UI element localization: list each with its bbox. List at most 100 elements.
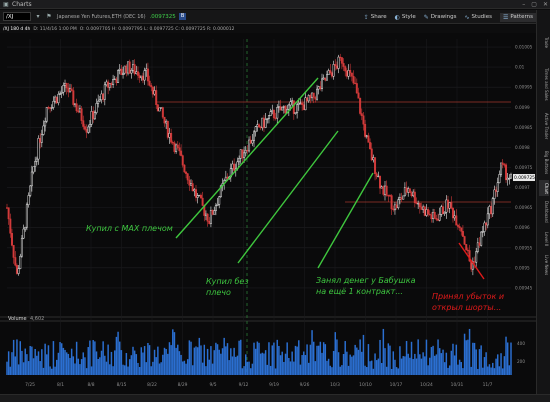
tab-big-buttons[interactable]: Big Buttons — [539, 148, 549, 178]
candle-body — [196, 195, 199, 198]
chart-symbol-period[interactable]: /XJ 180 d 4h — [3, 27, 30, 32]
candle-body — [413, 191, 416, 204]
candle-body — [299, 102, 302, 105]
candle-body — [501, 162, 504, 165]
candle-body — [485, 222, 488, 226]
candle-body — [408, 188, 411, 193]
volume-bar — [420, 358, 423, 375]
candle-body — [296, 104, 299, 113]
x-tick-label: 10/17 — [390, 382, 403, 388]
volume-bar — [211, 363, 214, 375]
tab-level-ii[interactable]: Level II — [539, 228, 549, 250]
candle-body — [447, 199, 449, 209]
volume-bar — [80, 359, 83, 375]
tab-trade[interactable]: Trade — [539, 24, 549, 60]
volume-bar — [274, 368, 277, 375]
volume-bar — [477, 368, 479, 375]
bid-badge[interactable]: B — [178, 13, 187, 20]
candle-body — [329, 70, 332, 74]
candle-body — [161, 107, 164, 118]
volume-bar — [51, 368, 53, 375]
candle-body — [239, 149, 242, 159]
candle-body — [181, 155, 184, 166]
candle-body — [156, 104, 159, 112]
candle-body — [281, 106, 284, 111]
window-controls: – ▢ ✕ — [522, 1, 548, 8]
volume-bar — [191, 365, 194, 375]
volume-bar — [32, 358, 35, 375]
candle-body — [262, 117, 265, 128]
candle-body — [50, 107, 53, 109]
candle-body — [291, 100, 294, 103]
volume-bar — [105, 361, 108, 375]
volume-bar — [468, 328, 471, 375]
volume-bar — [54, 366, 56, 375]
volume-bar — [435, 354, 438, 375]
tab-times-and-sales[interactable]: Times and Sales — [539, 64, 549, 104]
volume-bar — [160, 362, 162, 375]
symbol-lookup-icon[interactable]: ▾ — [34, 13, 42, 21]
candle-body — [266, 118, 269, 120]
flag-icon[interactable]: ⚑ — [45, 13, 53, 21]
volume-bar — [97, 358, 99, 375]
volume-bar — [82, 352, 85, 375]
volume-bar — [419, 354, 421, 375]
volume-bar — [284, 353, 287, 375]
maximize-icon[interactable]: ▢ — [531, 1, 537, 8]
volume-bar — [452, 343, 454, 375]
volume-bar — [503, 356, 506, 375]
volume-bar — [152, 361, 154, 375]
volume-bar — [480, 345, 482, 375]
studies-button[interactable]: ∿ Studies — [465, 14, 492, 21]
volume-bar — [397, 368, 400, 375]
candle-body — [306, 97, 309, 102]
candle-body — [65, 83, 68, 89]
price-chart[interactable]: 0.01005 0.01 0.00995 0.0099 0.00985 0.0098 0.0… — [0, 33, 536, 394]
tab-active-trader[interactable]: Active Trader — [539, 108, 549, 144]
drawings-button[interactable]: ✎ Drawings — [424, 14, 457, 21]
candle-body — [90, 111, 93, 125]
volume-bar — [9, 366, 12, 375]
candle-body — [261, 117, 264, 129]
tab-dashboard[interactable]: Dashboard — [539, 198, 549, 226]
style-button[interactable]: ◐ Style — [395, 14, 416, 21]
symbol-input[interactable]: /XJ — [3, 12, 31, 21]
tab-live-news[interactable]: Live News — [539, 252, 549, 278]
volume-bar — [332, 350, 335, 375]
candle-body — [12, 245, 15, 258]
candle-body — [241, 149, 244, 159]
patterns-icon: ☰ — [502, 13, 509, 21]
volume-bar — [467, 339, 469, 375]
x-tick-label: 8/8 — [87, 382, 94, 388]
tab-chart[interactable]: Chart — [539, 180, 549, 196]
share-button[interactable]: ⇪ Share — [364, 14, 387, 21]
volume-bar — [505, 336, 507, 375]
candle-body — [330, 72, 333, 77]
title-bar: ▣ Charts – ▢ ✕ — [0, 0, 550, 9]
volume-bar — [399, 346, 401, 375]
volume-bar — [307, 362, 310, 375]
candle-body — [244, 149, 247, 154]
close-icon[interactable]: ✕ — [543, 1, 548, 8]
volume-bar — [246, 361, 249, 375]
candle-body — [35, 158, 38, 162]
volume-tick-label: 400 — [517, 341, 525, 346]
volume-bar — [462, 368, 464, 375]
candle-body — [45, 107, 48, 122]
minimize-icon[interactable]: – — [522, 1, 525, 8]
candle-body — [78, 108, 81, 113]
candle-body — [170, 132, 173, 143]
candle-body — [325, 74, 328, 81]
candle-body — [238, 158, 241, 163]
candle-body — [412, 191, 415, 197]
candle-body — [211, 210, 214, 215]
volume-bar — [409, 357, 411, 375]
candle-body — [95, 103, 98, 113]
candle-body — [40, 134, 43, 143]
candle-body — [39, 138, 42, 143]
volume-bar — [173, 332, 176, 375]
candle-body — [218, 196, 221, 205]
volume-bar — [309, 344, 312, 375]
candle-body — [505, 164, 508, 181]
patterns-button[interactable]: ☰ Patterns — [499, 12, 536, 22]
